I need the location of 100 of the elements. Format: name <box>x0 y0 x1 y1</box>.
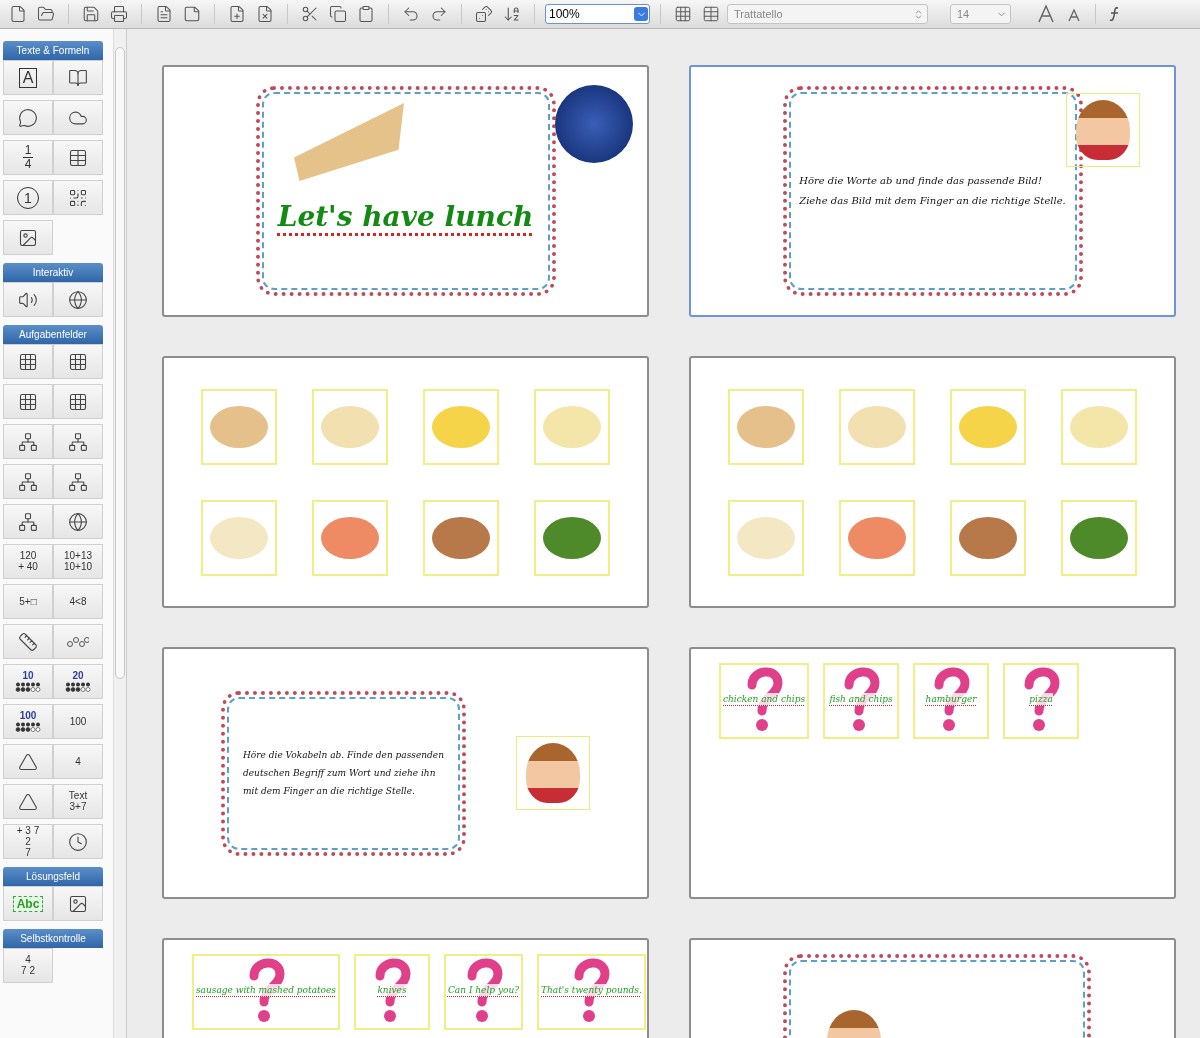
tile-label: 4 <box>75 756 81 767</box>
tool-tile[interactable] <box>53 282 103 317</box>
drop-slot[interactable]: That's twenty pounds. <box>537 954 646 1030</box>
tool-icon <box>68 893 88 914</box>
drop-slot[interactable]: Can I help you? <box>444 954 524 1030</box>
tool-icon <box>68 187 88 208</box>
tool-icon <box>68 67 88 88</box>
scrollbar-thumb[interactable] <box>115 47 125 679</box>
answer-word: That's twenty pounds. <box>541 984 642 997</box>
slide-thumbnail[interactable]: chicken and chips fish and chips hamburger pizza <box>689 647 1176 899</box>
tool-tile[interactable] <box>3 464 53 499</box>
drop-slot[interactable]: sausage with mashed potatoes <box>192 954 340 1030</box>
tool-tile[interactable]: 5+□ <box>3 584 53 619</box>
tool-tile[interactable] <box>53 504 103 539</box>
drop-slot[interactable]: pizza <box>1003 663 1080 739</box>
tool-tile[interactable] <box>53 624 103 659</box>
tool-icon <box>68 511 88 532</box>
tool-tile[interactable] <box>53 424 103 459</box>
food-drawing <box>847 515 907 560</box>
slide-thumbnail[interactable]: Let's have lunch <box>162 65 649 317</box>
drop-slot[interactable]: hamburger <box>913 663 990 739</box>
dots-icon <box>65 682 91 692</box>
tool-tile[interactable]: A <box>3 60 53 95</box>
tile-label: 7 2 <box>21 966 35 976</box>
tool-tile[interactable]: 100 <box>53 704 103 739</box>
food-drawing <box>542 404 602 449</box>
size-select[interactable]: 14 <box>950 4 1011 24</box>
avatar <box>526 743 580 803</box>
tool-tile[interactable] <box>3 504 53 539</box>
picture-slot[interactable] <box>1061 499 1137 576</box>
tool-tile[interactable] <box>53 886 103 921</box>
tool-tile[interactable]: 10+13 10+10 <box>53 544 103 579</box>
tool-tile[interactable] <box>53 344 103 379</box>
tile-label: 4 <box>25 955 31 965</box>
section-header[interactable]: Aufgabenfelder <box>3 325 103 344</box>
tool-tile[interactable] <box>3 424 53 459</box>
section-header[interactable]: Selbstkontrolle <box>3 929 103 948</box>
tool-tile[interactable] <box>3 344 53 379</box>
tile-label: 10 <box>22 671 34 681</box>
tool-tile[interactable]: + 3 7 2 7 <box>3 824 53 859</box>
tool-icon <box>18 791 38 812</box>
answer-word: hamburger <box>925 693 977 706</box>
slide-thumbnail[interactable]: Höre die Worte ab und finde das passende Bild! Ziehe das Bild mit dem Finger an die richtige Stelle. <box>689 65 1176 317</box>
answer-word: Can I help you? <box>448 984 520 997</box>
drop-slot[interactable]: knives <box>354 954 430 1030</box>
slide-thumbnail[interactable]: Höre die Vokabeln ab. Finde den passenden deutschen Begriff zum Wort und ziehe ihn mit dem Finger an die richtige Stelle. <box>162 647 649 899</box>
food-drawing <box>431 515 491 560</box>
dots-icon <box>15 682 41 692</box>
slide-thumbnail[interactable]: sausage with mashed potatoes knives Can I help you? That's twenty pounds. <box>162 938 649 1038</box>
food-drawing <box>736 515 796 560</box>
food-drawing <box>847 404 907 449</box>
drop-slot[interactable]: fish and chips <box>823 663 900 739</box>
answer-word: knives <box>377 984 407 997</box>
tool-tile[interactable] <box>53 824 103 859</box>
scrollbar[interactable] <box>113 29 127 1038</box>
tool-tile[interactable] <box>53 60 103 95</box>
zoom-field[interactable]: 100% <box>545 4 650 24</box>
tool-tile[interactable]: 1 4 <box>3 140 53 175</box>
instruction-text: Höre die Vokabeln ab. Finde den passenden deutschen Begriff zum Wort und ziehe ihn mit dem Finger an die richtige Stelle. <box>243 749 444 798</box>
tool-tile[interactable] <box>3 784 53 819</box>
tool-tile[interactable] <box>53 100 103 135</box>
tool-tile[interactable]: 20 <box>53 664 103 699</box>
tool-tile[interactable] <box>3 282 53 317</box>
tool-icon <box>68 351 88 372</box>
tool-tile[interactable]: 4 7 2 <box>3 948 53 983</box>
tool-tile[interactable]: 1 <box>3 180 53 215</box>
food-drawing <box>320 404 380 449</box>
tool-tile[interactable]: Text 3+7 <box>53 784 103 819</box>
picture-slot[interactable] <box>423 499 499 576</box>
tool-tile[interactable] <box>53 464 103 499</box>
tool-tile[interactable] <box>53 180 103 215</box>
tool-tile[interactable]: 100 <box>3 704 53 739</box>
font-select[interactable]: Trattatello <box>727 4 928 24</box>
tool-tile[interactable]: 120 + 40 <box>3 544 53 579</box>
tile-label: 20 <box>72 671 84 681</box>
tool-tile[interactable]: 4<8 <box>53 584 103 619</box>
tool-tile[interactable]: 4 <box>53 744 103 779</box>
beads-icon <box>67 634 89 649</box>
picture-slot[interactable] <box>950 499 1026 576</box>
tool-tile[interactable]: Abc <box>3 886 53 921</box>
section-header[interactable]: Lösungsfeld <box>3 867 103 886</box>
tool-tile[interactable] <box>53 140 103 175</box>
tool-tile[interactable] <box>3 384 53 419</box>
tool-icon <box>18 751 38 772</box>
answer-word: sausage with mashed potatoes <box>196 984 336 997</box>
caret-icon <box>634 7 648 21</box>
tool-tile[interactable] <box>3 100 53 135</box>
slide-thumbnail[interactable] <box>689 356 1176 608</box>
section-header[interactable]: Texte & Formeln <box>3 41 103 60</box>
tool-tile[interactable]: 10 <box>3 664 53 699</box>
section-header[interactable]: Interaktiv <box>3 263 103 282</box>
tool-tile[interactable] <box>3 220 53 255</box>
drop-slot[interactable]: chicken and chips <box>719 663 810 739</box>
avatar <box>1076 100 1130 160</box>
slide-thumbnail[interactable] <box>162 356 649 608</box>
tool-tile[interactable] <box>53 384 103 419</box>
picture-slot[interactable] <box>534 499 610 576</box>
tool-tile[interactable] <box>3 744 53 779</box>
tile-label: 100 <box>69 716 87 727</box>
tool-tile[interactable] <box>3 624 53 659</box>
